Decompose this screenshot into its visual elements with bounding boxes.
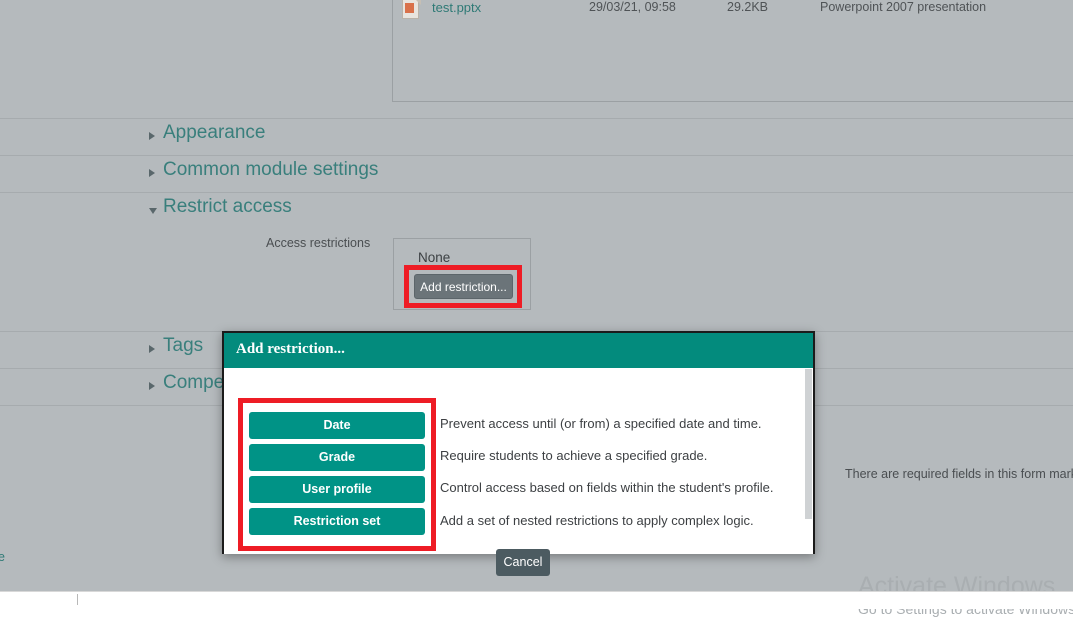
restriction-description-user-profile: Control access based on fields within th… xyxy=(440,480,773,495)
section-restrict-access-label: Restrict access xyxy=(163,196,292,218)
add-restriction-dialog: Add restriction... Date Grade User profi… xyxy=(222,331,815,554)
powerpoint-file-icon xyxy=(402,0,421,20)
restriction-option-grade[interactable]: Grade xyxy=(249,444,425,471)
chevron-down-icon xyxy=(149,208,157,214)
chevron-right-icon xyxy=(149,345,155,353)
bottom-tick-mark xyxy=(77,594,78,605)
add-restriction-button[interactable]: Add restriction... xyxy=(414,274,513,299)
cancel-button[interactable]: Cancel xyxy=(496,549,550,576)
restrict-access-body xyxy=(0,230,1073,325)
restriction-description-date: Prevent access until (or from) a specifi… xyxy=(440,416,762,431)
dialog-title: Add restriction... xyxy=(236,341,345,358)
section-competencies-label: Compe xyxy=(163,372,224,394)
section-appearance[interactable]: Appearance xyxy=(0,118,1073,156)
section-appearance-label: Appearance xyxy=(163,122,265,144)
restriction-option-restriction-set[interactable]: Restriction set xyxy=(249,508,425,535)
dialog-scrollbar[interactable] xyxy=(805,369,812,519)
dialog-header: Add restriction... xyxy=(224,333,813,368)
chevron-right-icon xyxy=(149,382,155,390)
left-edge-link-fragment[interactable]: e xyxy=(0,550,5,564)
access-restrictions-value: None xyxy=(418,250,450,265)
section-common-module-settings[interactable]: Common module settings xyxy=(0,155,1073,193)
bottom-strip xyxy=(0,591,1073,609)
chevron-right-icon xyxy=(149,169,155,177)
restriction-description-restriction-set: Add a set of nested restrictions to appl… xyxy=(440,513,754,528)
restriction-description-grade: Require students to achieve a specified … xyxy=(440,448,707,463)
section-restrict-access[interactable]: Restrict access xyxy=(0,192,1073,230)
access-restrictions-label: Access restrictions xyxy=(266,236,370,250)
file-size: 29.2KB xyxy=(727,0,768,14)
dialog-body: Date Grade User profile Restriction set … xyxy=(224,368,813,554)
file-name-link[interactable]: test.pptx xyxy=(432,0,481,15)
restriction-option-user-profile[interactable]: User profile xyxy=(249,476,425,503)
file-date: 29/03/21, 09:58 xyxy=(589,0,676,14)
file-row[interactable]: test.pptx 29/03/21, 09:58 29.2KB Powerpo… xyxy=(392,0,1073,22)
restriction-option-date[interactable]: Date xyxy=(249,412,425,439)
required-fields-note: There are required fields in this form m… xyxy=(845,467,1073,481)
file-type: Powerpoint 2007 presentation xyxy=(820,0,986,14)
section-common-module-settings-label: Common module settings xyxy=(163,159,378,181)
section-tags-label: Tags xyxy=(163,335,203,357)
chevron-right-icon xyxy=(149,132,155,140)
